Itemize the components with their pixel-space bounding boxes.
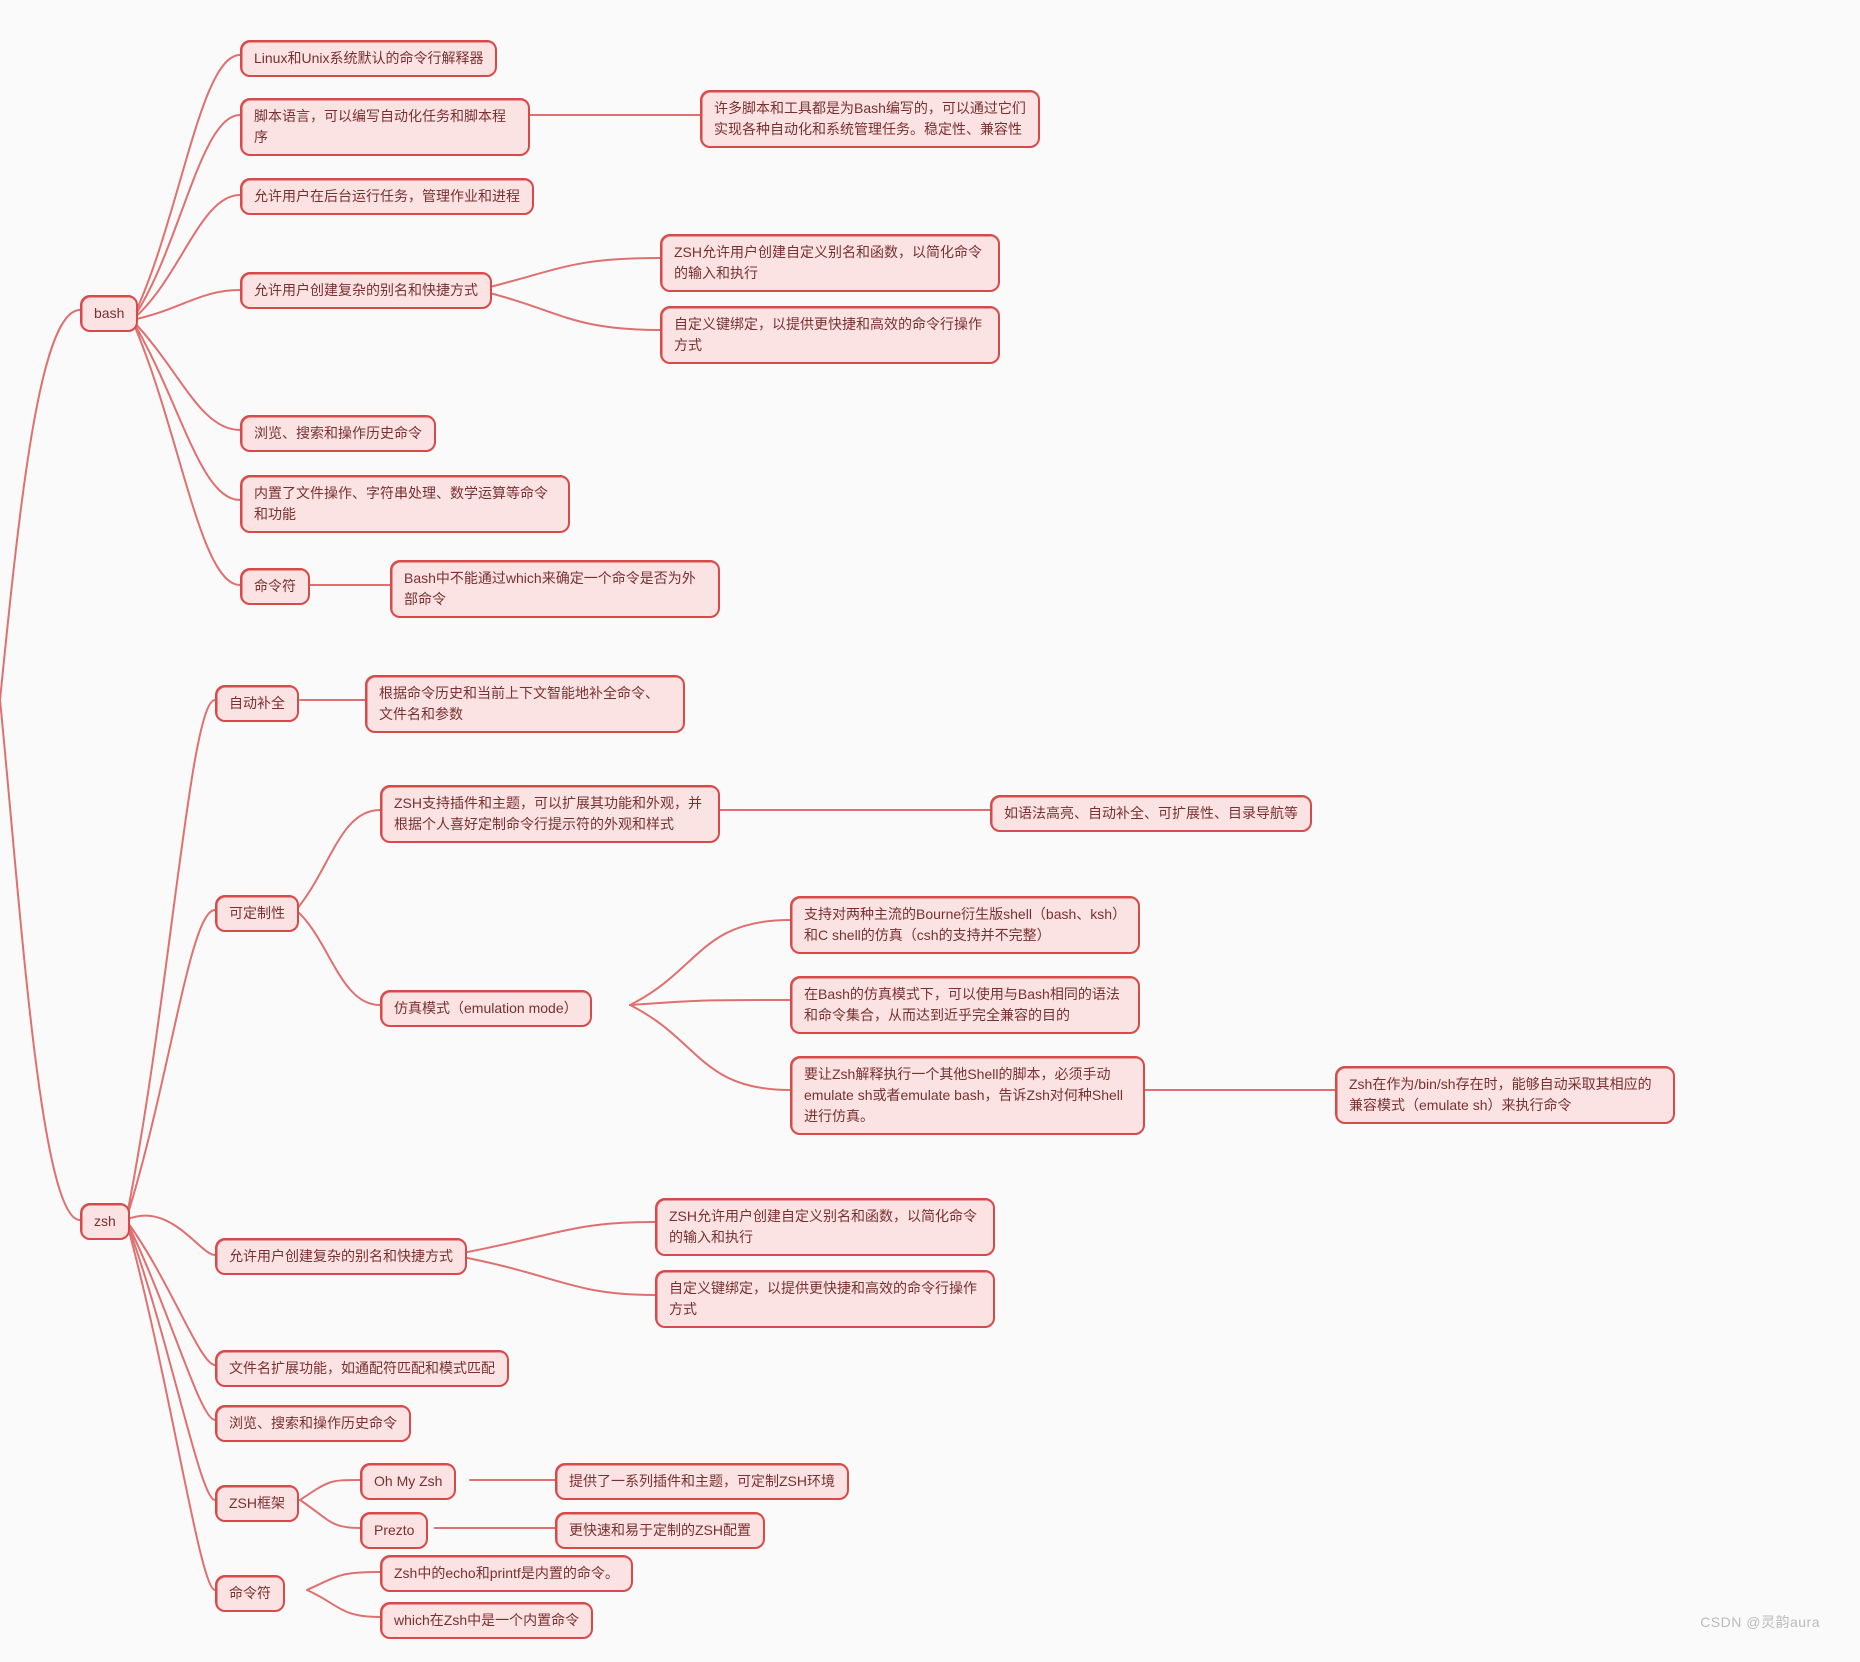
node-bash-c5[interactable]: 浏览、搜索和操作历史命令	[240, 415, 436, 452]
node-zsh-c1[interactable]: 自动补全	[215, 685, 299, 722]
node-zsh-c5[interactable]: 浏览、搜索和操作历史命令	[215, 1405, 411, 1442]
node-zsh-c3a[interactable]: ZSH允许用户创建自定义别名和函数，以简化命令的输入和执行	[655, 1198, 995, 1256]
node-zsh-c6[interactable]: ZSH框架	[215, 1485, 299, 1522]
node-zsh-c1a[interactable]: 根据命令历史和当前上下文智能地补全命令、文件名和参数	[365, 675, 685, 733]
node-zsh[interactable]: zsh	[80, 1203, 130, 1240]
node-zsh-c7b[interactable]: which在Zsh中是一个内置命令	[380, 1602, 593, 1639]
node-zsh-c7[interactable]: 命令符	[215, 1575, 285, 1612]
node-zsh-c4[interactable]: 文件名扩展功能，如通配符匹配和模式匹配	[215, 1350, 509, 1387]
node-bash-c7[interactable]: 命令符	[240, 568, 310, 605]
node-zsh-c2b1[interactable]: 支持对两种主流的Bourne衍生版shell（bash、ksh）和C shell…	[790, 896, 1140, 954]
node-zsh-c2b2[interactable]: 在Bash的仿真模式下，可以使用与Bash相同的语法和命令集合，从而达到近乎完全…	[790, 976, 1140, 1034]
node-bash-c2[interactable]: 脚本语言，可以编写自动化任务和脚本程序	[240, 98, 530, 156]
node-bash-c1[interactable]: Linux和Unix系统默认的命令行解释器	[240, 40, 497, 77]
node-bash-c4a[interactable]: ZSH允许用户创建自定义别名和函数，以简化命令的输入和执行	[660, 234, 1000, 292]
node-zsh-c6b1[interactable]: 更快速和易于定制的ZSH配置	[555, 1512, 765, 1549]
node-zsh-c2b3a[interactable]: Zsh在作为/bin/sh存在时，能够自动采取其相应的兼容模式（emulate …	[1335, 1066, 1675, 1124]
node-zsh-c6a1[interactable]: 提供了一系列插件和主题，可定制ZSH环境	[555, 1463, 849, 1500]
node-bash-c2a[interactable]: 许多脚本和工具都是为Bash编写的，可以通过它们实现各种自动化和系统管理任务。稳…	[700, 90, 1040, 148]
node-bash-c7a[interactable]: Bash中不能通过which来确定一个命令是否为外部命令	[390, 560, 720, 618]
node-bash-c6[interactable]: 内置了文件操作、字符串处理、数学运算等命令和功能	[240, 475, 570, 533]
node-zsh-c3[interactable]: 允许用户创建复杂的别名和快捷方式	[215, 1238, 467, 1275]
node-zsh-c2b3[interactable]: 要让Zsh解释执行一个其他Shell的脚本，必须手动emulate sh或者em…	[790, 1056, 1145, 1135]
node-zsh-c2[interactable]: 可定制性	[215, 895, 299, 932]
node-zsh-c7a[interactable]: Zsh中的echo和printf是内置的命令。	[380, 1555, 633, 1592]
node-bash[interactable]: bash	[80, 295, 138, 332]
node-zsh-c3b[interactable]: 自定义键绑定，以提供更快捷和高效的命令行操作方式	[655, 1270, 995, 1328]
node-zsh-c2a1[interactable]: 如语法高亮、自动补全、可扩展性、目录导航等	[990, 795, 1312, 832]
node-bash-c4[interactable]: 允许用户创建复杂的别名和快捷方式	[240, 272, 492, 309]
node-bash-c3[interactable]: 允许用户在后台运行任务，管理作业和进程	[240, 178, 534, 215]
node-zsh-c2a[interactable]: ZSH支持插件和主题，可以扩展其功能和外观，并根据个人喜好定制命令行提示符的外观…	[380, 785, 720, 843]
node-zsh-c6b[interactable]: Prezto	[360, 1512, 428, 1549]
node-zsh-c2b[interactable]: 仿真模式（emulation mode）	[380, 990, 592, 1027]
node-zsh-c6a[interactable]: Oh My Zsh	[360, 1463, 456, 1500]
node-bash-c4b[interactable]: 自定义键绑定，以提供更快捷和高效的命令行操作方式	[660, 306, 1000, 364]
watermark: CSDN @灵韵aura	[1700, 1612, 1820, 1632]
